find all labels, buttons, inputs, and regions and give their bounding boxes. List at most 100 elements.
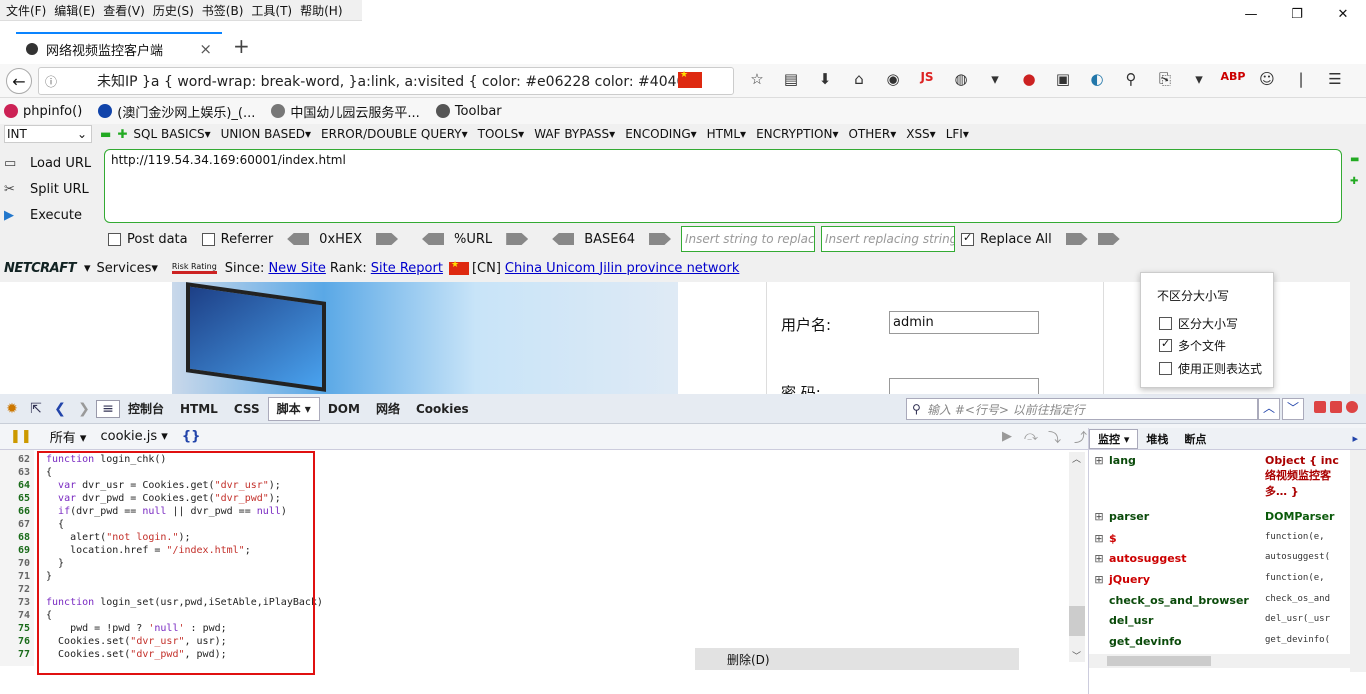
bookmark-item[interactable]: phpinfo()	[4, 104, 82, 119]
inspect-icon[interactable]: ⇱	[24, 401, 48, 417]
minimize-firebug-icon[interactable]	[1314, 401, 1326, 413]
menu-item[interactable]: 工具(T)	[247, 2, 296, 19]
page-scrollbar[interactable]	[1350, 282, 1366, 394]
case-sensitive-checkbox[interactable]	[1159, 317, 1172, 330]
menu-item[interactable]: 书签(B)	[198, 2, 248, 19]
menu-item[interactable]: 编辑(E)	[50, 2, 99, 19]
line-number[interactable]: 68	[0, 532, 30, 543]
watch-row[interactable]: ⊞ autosuggest autosuggest(	[1089, 552, 1351, 565]
hackbar-menu-item[interactable]: SQL BASICS▾	[133, 127, 210, 141]
extension-red-icon[interactable]: ●	[1012, 70, 1046, 88]
line-number[interactable]: 77	[0, 649, 30, 660]
line-number[interactable]: 71	[0, 571, 30, 582]
line-number[interactable]: 63	[0, 467, 30, 478]
base64-right-arrow-icon[interactable]	[649, 233, 672, 245]
continue-icon[interactable]: ▶	[1002, 429, 1012, 444]
expand-icon[interactable]: ⊞	[1089, 532, 1109, 545]
tab-css[interactable]: CSS	[226, 402, 268, 416]
download-icon[interactable]: ⬇	[808, 70, 842, 88]
line-number[interactable]: 73	[0, 597, 30, 608]
hackbar-menu-item[interactable]: ENCODING▾	[625, 127, 696, 141]
regex-option[interactable]: 使用正则表达式	[1159, 360, 1262, 377]
base64-left-arrow-icon[interactable]	[552, 233, 575, 245]
dropdown-icon-2[interactable]: ▾	[1182, 70, 1216, 88]
site-report-link[interactable]: Site Report	[371, 261, 443, 276]
line-number[interactable]: 74	[0, 610, 30, 621]
hamburger-menu-icon[interactable]: ☰	[1318, 70, 1352, 88]
expand-icon[interactable]: ⊞	[1089, 573, 1109, 586]
url-right-arrow-icon[interactable]	[506, 233, 529, 245]
reader-icon[interactable]: ▤	[774, 70, 808, 88]
share-icon[interactable]: ⎘	[1148, 70, 1182, 88]
line-number[interactable]: 67	[0, 519, 30, 530]
tab-watch[interactable]: 监控 ▾	[1089, 428, 1139, 449]
filter-select[interactable]: 所有 ▾	[50, 427, 87, 446]
hackbar-menu-item[interactable]: XSS▾	[906, 127, 935, 141]
addon-icon[interactable]: ◉	[876, 70, 910, 88]
code-scrollbar[interactable]: ︿ ﹀	[1069, 452, 1085, 662]
line-number[interactable]: 65	[0, 493, 30, 504]
split-url-button[interactable]: ✂ Split URL	[4, 176, 94, 202]
hackbar-menu-item[interactable]: ENCRYPTION▾	[756, 127, 838, 141]
step-over-icon[interactable]: ⤼	[1024, 429, 1038, 444]
file-select[interactable]: cookie.js ▾	[100, 429, 167, 444]
watch-row[interactable]: ⊞ lang Object { inc 络视频监控客 多… }	[1089, 454, 1351, 499]
bookmark-item[interactable]: (澳门金沙网上娱乐)_(...	[98, 102, 255, 121]
dropdown-icon-3[interactable]: ▾	[84, 261, 91, 276]
command-line-icon[interactable]: ≡	[96, 399, 120, 418]
firebug-icon[interactable]: ✹	[0, 401, 24, 417]
back-arrow-icon[interactable]: ❮	[48, 401, 72, 417]
replace-all-checkbox[interactable]	[961, 231, 975, 246]
line-number[interactable]: 62	[0, 454, 30, 465]
minus-icon[interactable]: ▬	[100, 127, 111, 141]
hackbar-menu-item[interactable]: WAF BYPASS▾	[534, 127, 615, 141]
bookmark-star-icon[interactable]: ☆	[740, 70, 774, 88]
adblock-icon[interactable]: ABP	[1216, 70, 1250, 88]
url-left-arrow-icon[interactable]	[422, 233, 445, 245]
pause-icon[interactable]: ❚❚	[10, 429, 32, 444]
tab-dom[interactable]: DOM	[320, 402, 368, 416]
multiple-files-option[interactable]: 多个文件	[1159, 337, 1226, 354]
watch-row[interactable]: del_usr del_usr(_usr	[1089, 614, 1351, 627]
case-sensitive-option[interactable]: 区分大小写	[1159, 315, 1238, 332]
insert-string-input[interactable]: Insert string to replace	[681, 226, 816, 252]
avatar-icon[interactable]: ☺	[1250, 70, 1284, 88]
hex-right-arrow-icon[interactable]	[376, 233, 399, 245]
watch-row[interactable]: ⊞ parser DOMParser	[1089, 510, 1351, 523]
url-bar[interactable]: ⓘ 未知IP }a { word-wrap: break-word, }a:li…	[38, 67, 734, 95]
hackbar-menu-item[interactable]: HTML▾	[707, 127, 746, 141]
menu-item[interactable]: 文件(F)	[2, 2, 50, 19]
info-icon[interactable]: ⓘ	[39, 73, 63, 90]
close-tab-icon[interactable]: ×	[199, 40, 212, 58]
line-number[interactable]: 66	[0, 506, 30, 517]
image-icon[interactable]: ▣	[1046, 70, 1080, 88]
hackbar-url-textarea[interactable]: http://119.54.34.169:60001/index.html	[104, 149, 1342, 223]
hackbar-menu-item[interactable]: LFI▾	[946, 127, 969, 141]
menu-item[interactable]: 帮助(H)	[296, 2, 346, 19]
panel-menu-icon[interactable]: ▸	[1344, 432, 1366, 445]
cookie-icon[interactable]: ◍	[944, 70, 978, 88]
detach-firebug-icon[interactable]	[1330, 401, 1342, 413]
tab-console[interactable]: 控制台	[120, 400, 172, 417]
tab-cookies[interactable]: Cookies	[408, 402, 477, 416]
step-into-icon[interactable]: ⤵	[1048, 427, 1061, 446]
watch-row[interactable]: get_devinfo get_devinfo(	[1089, 635, 1351, 648]
line-number[interactable]: 76	[0, 636, 30, 647]
username-input[interactable]: admin	[889, 311, 1039, 334]
hackbar-menu-item[interactable]: UNION BASED▾	[221, 127, 311, 141]
line-number[interactable]: 64	[0, 480, 30, 491]
referrer-checkbox[interactable]	[201, 232, 215, 246]
back-button[interactable]: ←	[6, 68, 32, 94]
menu-item[interactable]: 查看(V)	[99, 2, 149, 19]
js-icon[interactable]: JS	[910, 70, 944, 88]
expand-icons[interactable]: ▬ ✚	[1350, 154, 1359, 187]
spacer[interactable]	[1089, 635, 1109, 648]
hackbar-menu-item[interactable]: OTHER▾	[848, 127, 896, 141]
search-down-icon[interactable]: ﹀	[1282, 398, 1304, 420]
home-icon[interactable]: ⌂	[842, 70, 876, 88]
bookmark-item[interactable]: 中国幼儿园云服务平...	[271, 102, 420, 121]
line-number[interactable]: 70	[0, 558, 30, 569]
watch-row[interactable]: ⊞ jQuery function(e,	[1089, 573, 1351, 586]
watch-scrollbar[interactable]	[1350, 450, 1366, 672]
browser-tab[interactable]: 网络视频监控客户端 ×	[16, 32, 222, 64]
